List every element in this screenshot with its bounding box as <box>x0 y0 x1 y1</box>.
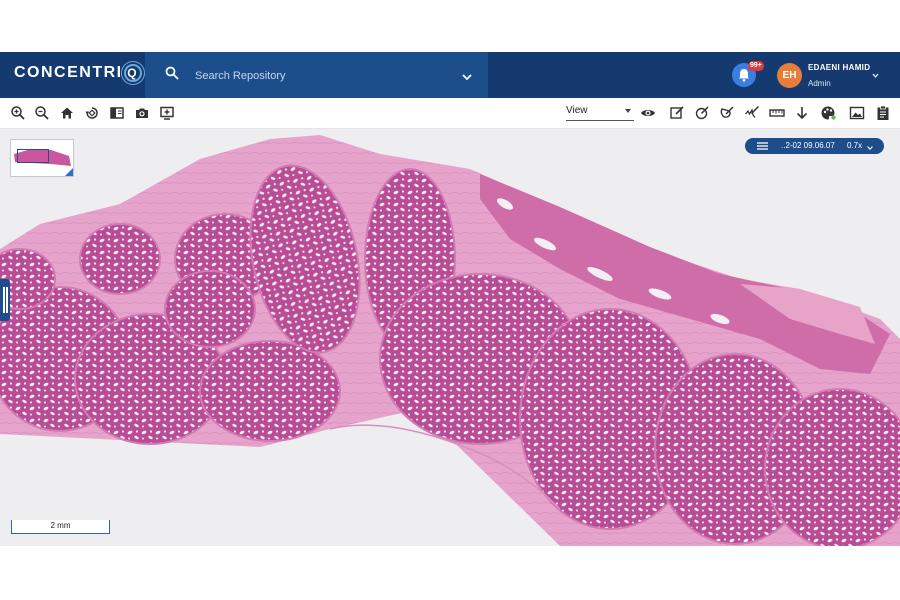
measure-circle-icon[interactable] <box>694 105 710 121</box>
rotate-icon[interactable] <box>84 105 100 121</box>
measure-angle-icon[interactable] <box>719 105 735 121</box>
slide-viewer[interactable]: ..2-02 09.06.07 0.7x 2 mm <box>0 129 900 546</box>
search-bar[interactable] <box>145 52 488 98</box>
clipboard-icon[interactable] <box>875 105 891 121</box>
zoom-out-icon[interactable] <box>34 105 50 121</box>
bell-icon <box>739 69 749 82</box>
dropdown-caret-icon <box>625 109 631 113</box>
scale-bar: 2 mm <box>11 520 110 534</box>
user-avatar[interactable]: EH <box>777 63 802 88</box>
image-icon[interactable] <box>849 105 865 121</box>
side-panel-toggle[interactable] <box>0 279 10 321</box>
zoom-chevron-icon[interactable] <box>867 143 873 152</box>
gland-lobule <box>164 270 256 348</box>
zoom-in-icon[interactable] <box>10 105 26 121</box>
minimap-resize-handle[interactable] <box>65 168 73 176</box>
tissue-section-image[interactable] <box>0 129 900 546</box>
zoom-level[interactable]: 0.7x <box>847 141 862 150</box>
view-select-value: View <box>566 105 588 116</box>
add-slide-icon[interactable] <box>159 105 175 121</box>
minimap-viewport-box[interactable] <box>17 149 49 163</box>
slide-name: ..2-02 09.06.07 <box>781 141 835 150</box>
top-navigation-bar: CONCENTRIQ 99+ EH EDAENI HAMID Admin <box>0 52 900 98</box>
search-icon[interactable] <box>165 66 179 85</box>
split-view-icon[interactable] <box>109 105 125 121</box>
concentriq-logo[interactable]: CONCENTRI Q <box>14 64 142 82</box>
gland-lobule <box>199 340 341 442</box>
menu-icon[interactable] <box>757 142 768 152</box>
palette-icon[interactable] <box>820 105 836 121</box>
search-dropdown-chevron-icon[interactable] <box>462 68 472 86</box>
camera-icon[interactable] <box>134 105 150 121</box>
viewer-toolbar: View <box>0 98 900 129</box>
user-name[interactable]: EDAENI HAMID <box>808 63 870 72</box>
gland-lobule <box>79 223 161 295</box>
notification-count-badge: 99+ <box>748 61 764 71</box>
slide-info-pill[interactable]: ..2-02 09.06.07 0.7x <box>745 138 884 154</box>
home-icon[interactable] <box>59 105 75 121</box>
download-icon[interactable] <box>794 105 810 121</box>
logo-q: Q <box>123 64 142 82</box>
eye-icon[interactable] <box>640 105 656 121</box>
view-select[interactable]: View <box>566 104 634 121</box>
freehand-icon[interactable] <box>744 105 760 121</box>
ruler-icon[interactable] <box>769 105 785 121</box>
annotate-icon[interactable] <box>669 105 685 121</box>
user-menu-chevron-icon[interactable] <box>872 65 879 83</box>
user-role: Admin <box>808 79 831 88</box>
search-input[interactable] <box>193 65 447 87</box>
handle-line <box>3 287 5 313</box>
handle-line <box>6 287 8 313</box>
scale-bar-label: 2 mm <box>50 521 71 530</box>
slide-minimap[interactable] <box>10 139 74 177</box>
